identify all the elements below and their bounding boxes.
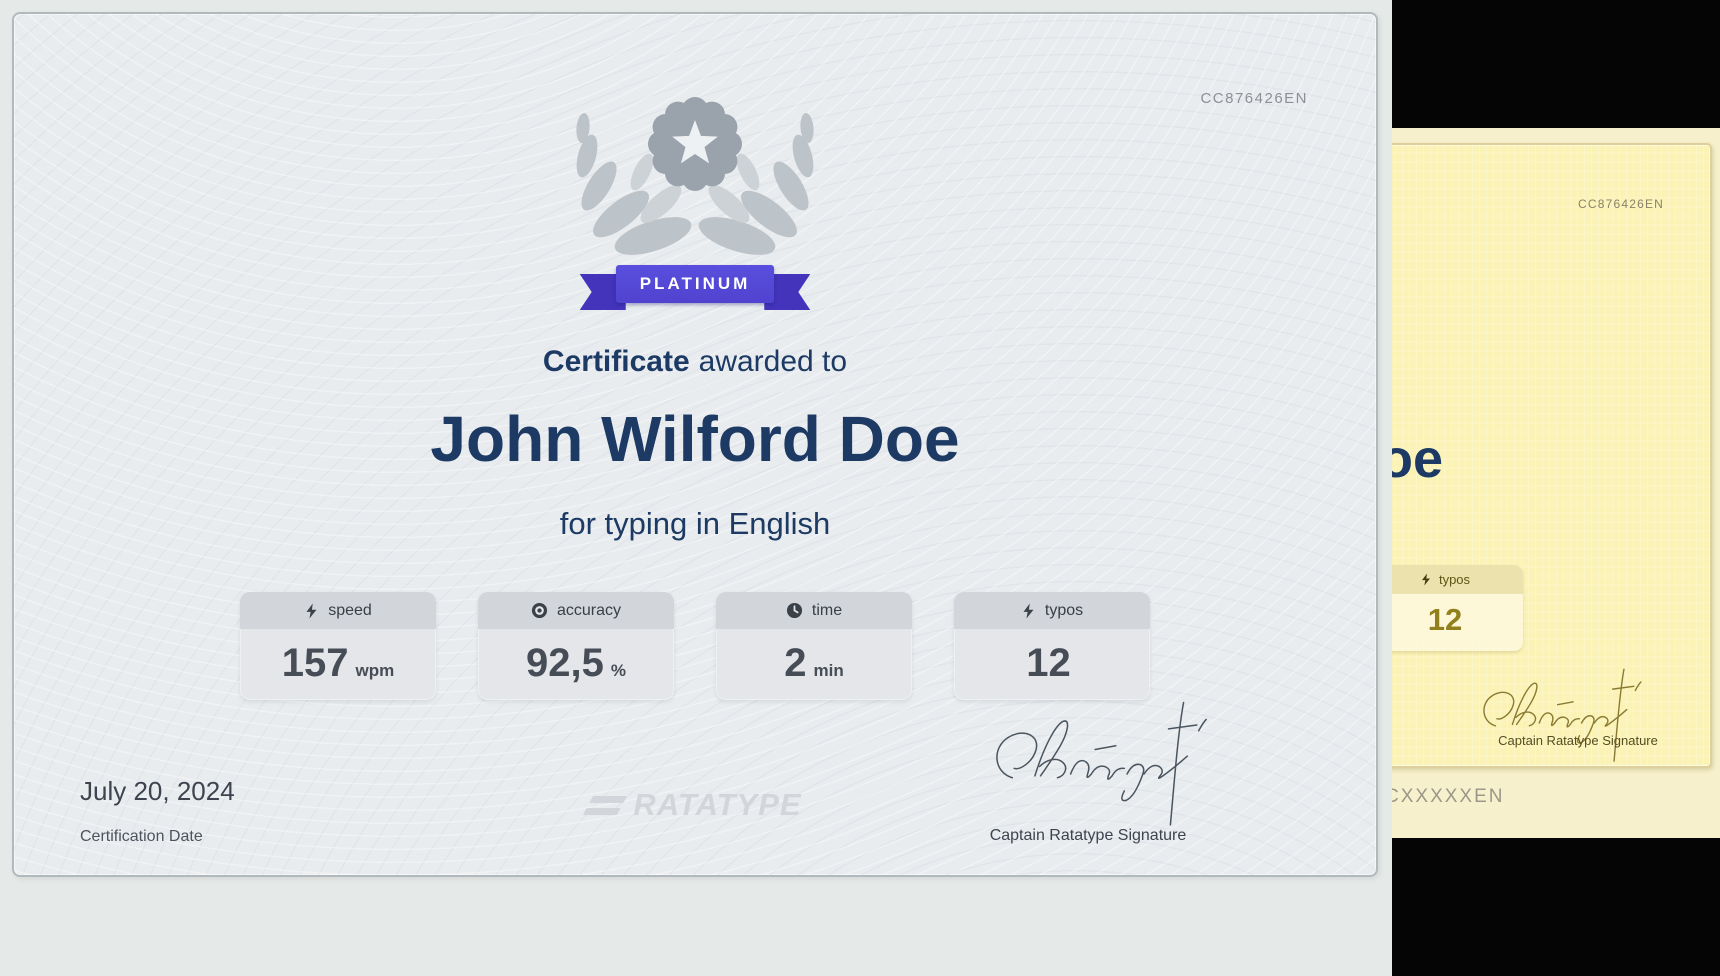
clock-icon	[786, 602, 803, 619]
laurel-wreath-icon	[545, 86, 845, 272]
stat-value: 2	[784, 643, 806, 683]
stat-card-speed: speed 157 wpm	[240, 592, 436, 700]
secondary-signature-script	[1474, 651, 1644, 771]
secondary-certificate-area: CXXXXXEN CC876426EN oe typos 12	[1392, 0, 1720, 976]
stat-label: typos	[1439, 572, 1470, 587]
stat-unit: %	[611, 661, 626, 681]
target-icon	[531, 602, 548, 619]
heading-bold: Certificate	[543, 345, 690, 378]
stat-value: 12	[1026, 643, 1071, 683]
heading-rest: awarded to	[699, 345, 847, 378]
stat-value: 12	[1428, 604, 1462, 635]
stat-label: speed	[328, 602, 372, 620]
lightning-icon	[304, 602, 319, 620]
certificate-id: CC876426EN	[1200, 90, 1308, 107]
stat-card-time: time 2 min	[716, 592, 912, 700]
secondary-signature-label: Captain Ratatype Signature	[1478, 733, 1678, 748]
signature-script	[972, 678, 1222, 838]
ratatype-logo-text: RATATYPE	[633, 787, 801, 823]
stat-label: typos	[1045, 602, 1083, 620]
main-certificate: CC876426EN	[12, 12, 1378, 877]
lightning-icon	[1021, 602, 1036, 620]
secondary-stat-card-typos: typos 12	[1392, 565, 1523, 651]
stat-label: accuracy	[557, 602, 621, 620]
stat-label: time	[812, 602, 842, 620]
certificate-subtitle: for typing in English	[14, 506, 1376, 542]
stat-card-accuracy: accuracy 92,5 %	[478, 592, 674, 700]
secondary-certificate: CC876426EN oe typos 12	[1392, 143, 1712, 768]
ribbon-label: PLATINUM	[640, 274, 751, 294]
signature-label: Captain Ratatype Signature	[938, 827, 1238, 845]
stat-value: 92,5	[526, 643, 604, 683]
ratatype-logo-mark-icon	[583, 796, 627, 815]
secondary-footer-code: CXXXXXEN	[1392, 786, 1504, 808]
rosette-star-icon	[648, 97, 742, 191]
stat-value: 157	[282, 643, 349, 683]
main-certificate-area: CC876426EN	[0, 0, 1392, 976]
platinum-ribbon: PLATINUM	[14, 265, 1376, 303]
certificate-heading: Certificate awarded to	[14, 345, 1376, 379]
secondary-name-fragment: oe	[1392, 428, 1443, 490]
lightning-icon	[1420, 572, 1432, 587]
stat-unit: wpm	[356, 661, 395, 681]
certificate-preview-stage: CC876426EN	[0, 0, 1720, 976]
certification-date-label: Certification Date	[80, 828, 203, 846]
recipient-name: John Wilford Doe	[14, 402, 1376, 476]
secondary-certificate-id: CC876426EN	[1578, 197, 1664, 211]
stat-unit: min	[814, 661, 844, 681]
